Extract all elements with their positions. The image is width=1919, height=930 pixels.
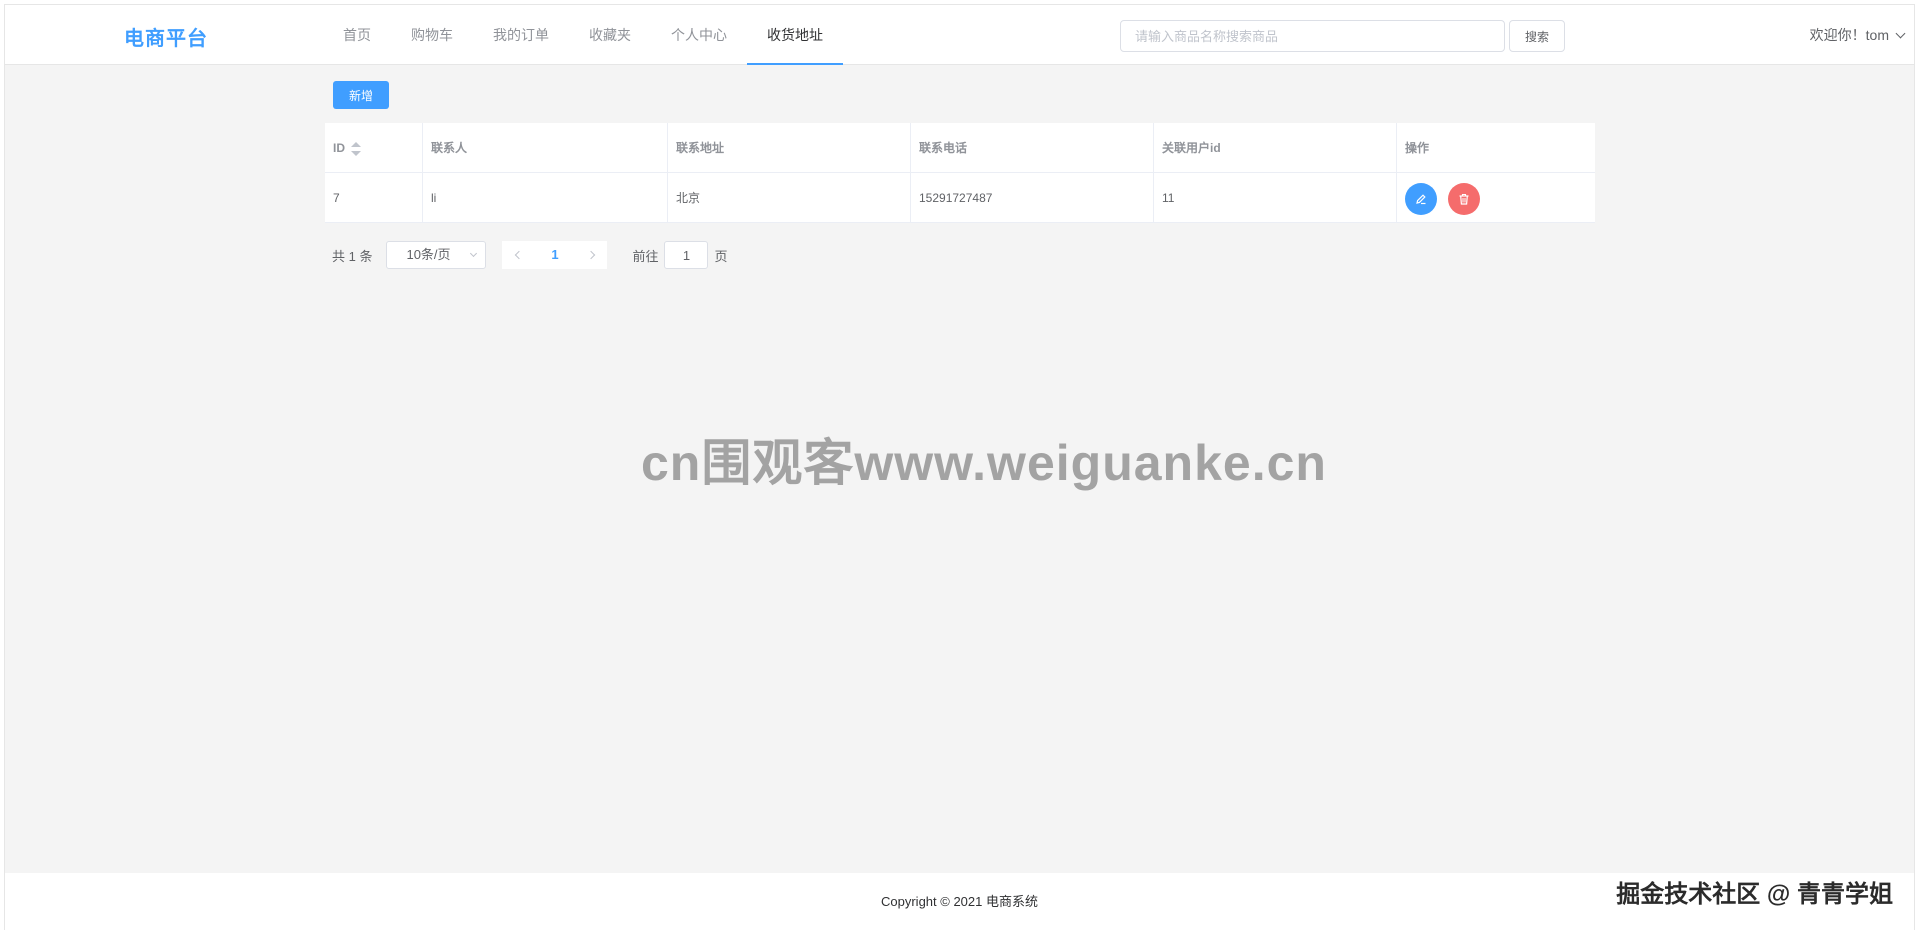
column-header-phone: 联系电话 (911, 123, 1154, 173)
logo[interactable]: 电商平台 (124, 22, 208, 51)
add-address-button[interactable]: 新增 (333, 81, 389, 109)
chevron-down-icon (470, 249, 478, 258)
watermark: cn围观客www.weiguanke.cn (641, 435, 1327, 491)
pagination-total: 共 1 条 (332, 248, 373, 264)
nav-item-home[interactable]: 首页 (323, 5, 391, 65)
column-header-user-id: 关联用户id (1154, 123, 1397, 173)
trash-icon (1459, 193, 1469, 205)
user-greeting: 欢迎你！tom (1809, 27, 1889, 43)
page-size-select[interactable]: 10条/页 (386, 241, 487, 269)
top-header: 电商平台 首页 购物车 我的订单 收藏夹 个人中心 收货地址 搜索 欢迎你！to… (5, 5, 1914, 65)
cell-actions (1397, 173, 1595, 223)
nav-item-profile[interactable]: 个人中心 (651, 5, 747, 65)
search-input[interactable] (1120, 20, 1505, 52)
prev-page-button[interactable] (502, 241, 533, 269)
table-row: 7 li 北京 15291727487 11 (325, 173, 1595, 223)
column-header-address: 联系地址 (668, 123, 911, 173)
cell-phone: 15291727487 (911, 173, 1154, 223)
column-header-label: ID (333, 141, 345, 155)
address-table: ID 联系人 联系地址 联系电话 关联用户id 操作 7 li 北京 15291… (325, 123, 1595, 223)
chevron-right-icon (586, 250, 596, 260)
column-header-contact: 联系人 (423, 123, 668, 173)
nav-item-orders[interactable]: 我的订单 (473, 5, 569, 65)
column-header-id[interactable]: ID (325, 123, 423, 173)
page-size-value: 10条/页 (406, 247, 451, 262)
nav-item-address[interactable]: 收货地址 (747, 5, 843, 65)
goto-suffix: 页 (714, 248, 728, 264)
main-nav: 首页 购物车 我的订单 收藏夹 个人中心 收货地址 (323, 5, 843, 65)
nav-item-favorites[interactable]: 收藏夹 (569, 5, 651, 65)
table-header-row: ID 联系人 联系地址 联系电话 关联用户id 操作 (325, 123, 1595, 173)
delete-button[interactable] (1448, 182, 1481, 215)
edit-button[interactable] (1405, 182, 1437, 215)
column-header-actions: 操作 (1405, 141, 1430, 155)
sort-icon[interactable] (351, 141, 361, 156)
search-button[interactable]: 搜索 (1509, 20, 1565, 52)
next-page-button[interactable] (577, 241, 608, 269)
cell-contact: li (423, 173, 668, 223)
nav-item-cart[interactable]: 购物车 (391, 5, 473, 65)
pagination: 共 1 条 10条/页 1 前往 页 (332, 241, 728, 269)
copyright-text: Copyright © 2021 电商系统 (881, 894, 1038, 909)
user-menu[interactable]: 欢迎你！tom (1809, 25, 1906, 45)
chevron-down-icon (1895, 28, 1906, 38)
goto-page-input[interactable] (664, 241, 709, 269)
cell-id: 7 (325, 173, 423, 223)
page-number-current[interactable]: 1 (532, 241, 578, 269)
chevron-left-icon (514, 250, 524, 260)
credit-watermark: 掘金技术社区 @ 青青学姐 (1616, 881, 1893, 908)
edit-icon (1416, 194, 1426, 204)
app-frame: 电商平台 首页 购物车 我的订单 收藏夹 个人中心 收货地址 搜索 欢迎你！to… (4, 4, 1915, 930)
cell-address: 北京 (668, 173, 911, 223)
goto-label: 前往 (632, 248, 659, 264)
cell-user-id: 11 (1154, 173, 1397, 223)
